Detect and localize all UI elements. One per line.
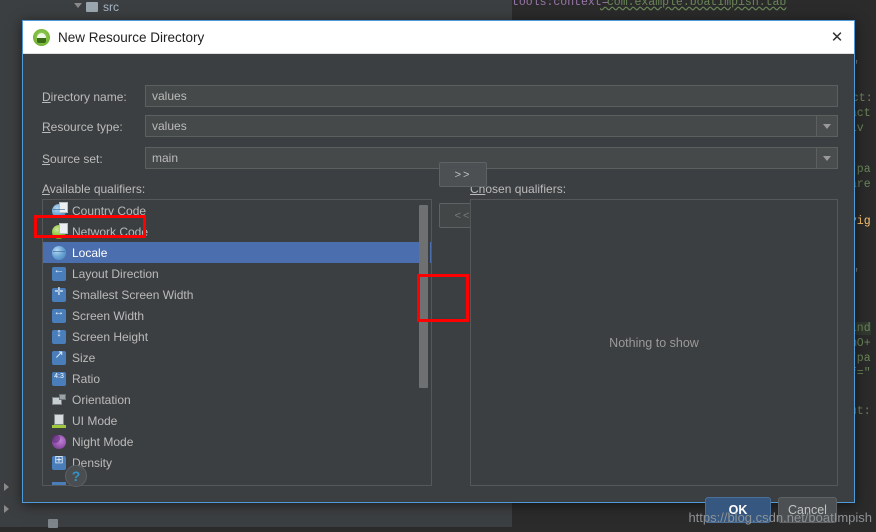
resource-type-value: values [152, 119, 187, 133]
size-icon [52, 348, 66, 365]
layout-direction-icon [52, 264, 66, 281]
code-line-context: tools:context= [512, 0, 609, 9]
tree-item-gitignore[interactable] [48, 515, 63, 532]
partial-item-icon [52, 482, 66, 485]
qualifier-label: Size [72, 350, 96, 365]
qualifier-label: Night Mode [72, 434, 134, 449]
night-mode-icon [51, 433, 66, 449]
qualifier-item-ratio[interactable]: Ratio [43, 368, 431, 389]
source-set-combo[interactable]: main [145, 147, 838, 169]
qualifier-label: Screen Height [72, 329, 149, 344]
code-line-package: "com.example.boatImpish.tab [600, 0, 787, 9]
ratio-icon [52, 371, 66, 386]
qualifier-label: Locale [72, 245, 108, 260]
list-scrollbar-track[interactable] [419, 201, 430, 484]
available-qualifiers-label: Available qualifiers: [42, 182, 146, 196]
directory-name-input[interactable]: values [145, 85, 838, 107]
qualifier-item-ui-mode[interactable]: UI Mode [43, 410, 431, 431]
qualifier-label: Orientation [72, 392, 131, 407]
nothing-to-show-text: Nothing to show [609, 335, 699, 350]
resource-type-label: Resource type: [42, 120, 123, 134]
density-icon [52, 453, 66, 470]
qualifier-item-network-code[interactable]: Network Code [43, 221, 431, 242]
qualifier-label: Country Code [72, 203, 147, 218]
locale-globe-icon [52, 245, 66, 260]
expand-arrow-icon[interactable] [4, 504, 9, 513]
directory-name-value: values [152, 89, 187, 103]
chosen-qualifiers-list[interactable]: Nothing to show [470, 199, 838, 486]
qualifier-item-orientation[interactable]: Orientation [43, 389, 431, 410]
help-button[interactable]: ? [65, 465, 87, 487]
tree-expander-1[interactable] [4, 478, 13, 495]
watermark-text: https://blog.csdn.net/boatImpish [688, 510, 872, 525]
screen-width-icon [52, 306, 66, 323]
document-icon [59, 222, 68, 234]
qualifier-label: Ratio [72, 371, 101, 386]
qualifier-label: Layout Direction [72, 266, 159, 281]
qualifier-item-size[interactable]: Size [43, 347, 431, 368]
qualifier-item-smallest-screen-width[interactable]: Smallest Screen Width [43, 284, 431, 305]
qualifier-label: Smallest Screen Width [72, 287, 194, 302]
directory-name-label: Directory name: [42, 90, 127, 104]
smallest-screen-width-icon [52, 285, 66, 302]
orientation-icon [52, 393, 66, 407]
qualifier-item-layout-direction[interactable]: Layout Direction [43, 263, 431, 284]
qualifier-label: Screen Width [72, 308, 145, 323]
qualifier-item-screen-height[interactable]: Screen Height [43, 326, 431, 347]
qualifier-label: Network Code [72, 224, 149, 239]
resource-type-combo[interactable]: values [145, 115, 838, 137]
folder-icon [86, 1, 98, 12]
qualifier-item-country-code[interactable]: Country Code [43, 200, 431, 221]
network-code-icon [52, 222, 68, 239]
source-set-value: main [152, 151, 179, 165]
list-scrollbar-thumb[interactable] [419, 205, 428, 388]
available-qualifiers-list[interactable]: Country Code Network Code Locale Layout Dir… [42, 199, 432, 486]
qualifier-item-density[interactable]: Density [43, 452, 431, 473]
qualifier-item-screen-width[interactable]: Screen Width [43, 305, 431, 326]
qualifier-item-locale[interactable]: Locale [43, 242, 431, 263]
chevron-down-icon[interactable] [816, 116, 837, 136]
qualifier-item-night-mode[interactable]: Night Mode [43, 431, 431, 452]
new-resource-directory-dialog: New Resource Directory ✕ Directory name:… [22, 20, 855, 523]
tree-expander-2[interactable] [4, 500, 13, 517]
dialog-titlebar: New Resource Directory ✕ [23, 21, 854, 54]
country-code-icon [52, 201, 68, 218]
dialog-body: Directory name: values Resource type: va… [23, 53, 854, 523]
source-set-label: Source set: [42, 152, 103, 166]
expand-arrow-icon[interactable] [4, 482, 9, 491]
collapse-arrow-icon[interactable] [74, 3, 82, 12]
close-icon[interactable]: ✕ [820, 21, 854, 52]
ui-mode-icon [52, 413, 66, 428]
chevron-down-icon[interactable] [816, 148, 837, 168]
move-right-button[interactable]: >> [439, 162, 487, 187]
document-icon [59, 201, 68, 213]
qualifier-label: UI Mode [72, 413, 118, 428]
dialog-title: New Resource Directory [58, 29, 205, 45]
tree-item-label: src [103, 0, 119, 14]
tree-item-src[interactable]: src [74, 0, 119, 15]
android-studio-icon [33, 28, 50, 46]
screen-height-icon [52, 327, 66, 344]
